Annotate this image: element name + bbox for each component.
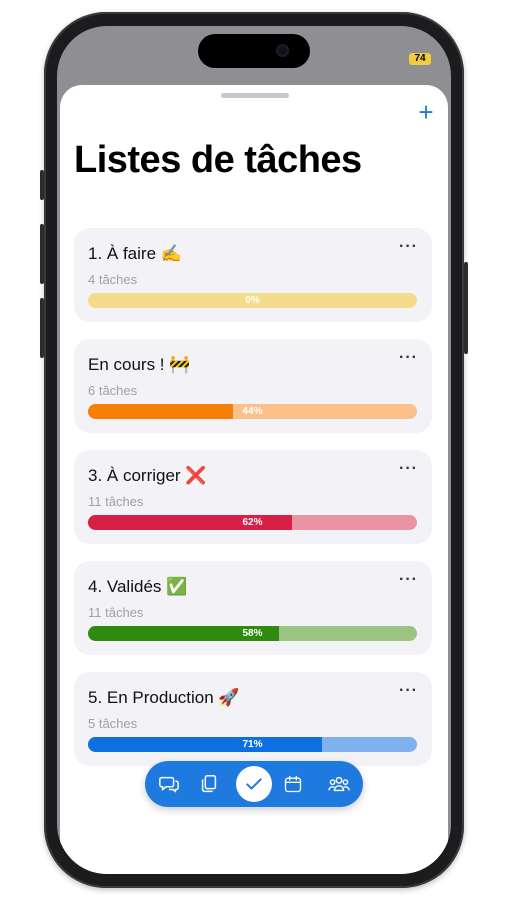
volume-up-button	[40, 224, 44, 284]
list-card-en-production[interactable]: 5. En Production 🚀 ··· 5 tâches 71%	[74, 672, 432, 766]
power-button	[464, 262, 468, 354]
list-card-en-cours[interactable]: En cours ! 🚧 ··· 6 tâches 44%	[74, 339, 432, 433]
list-title: En cours ! 🚧	[88, 355, 191, 374]
tab-calendar[interactable]	[279, 770, 307, 798]
task-count: 5 tâches	[88, 716, 138, 731]
list-card-a-faire[interactable]: 1. À faire ✍️ ··· 4 tâches 0%	[74, 228, 432, 322]
tab-tasks[interactable]	[236, 766, 272, 802]
page-title: Listes de tâches	[74, 139, 362, 181]
tab-discussions[interactable]	[155, 770, 183, 798]
progress-bar: 0%	[88, 293, 417, 308]
volume-down-button	[40, 298, 44, 358]
screen: 74 + Listes de tâches 1. À faire ✍️ ··· …	[57, 26, 451, 874]
floating-tab-bar	[145, 761, 363, 807]
progress-label: 44%	[242, 406, 263, 417]
list-card-a-corriger[interactable]: 3. À corriger ❌ ··· 11 tâches 62%	[74, 450, 432, 544]
chat-bubbles-icon	[159, 776, 179, 793]
progress-bar: 71%	[88, 737, 417, 752]
tab-team[interactable]	[325, 770, 353, 798]
mute-switch	[40, 170, 44, 200]
progress-bar: 44%	[88, 404, 417, 419]
sheet-grabber[interactable]	[221, 93, 289, 98]
task-count: 11 tâches	[88, 605, 144, 620]
task-count: 4 tâches	[88, 272, 138, 287]
calendar-icon	[284, 775, 302, 793]
progress-label: 71%	[242, 739, 263, 750]
progress-label: 58%	[242, 628, 263, 639]
dynamic-island	[198, 34, 310, 68]
more-options-icon[interactable]: ···	[399, 349, 418, 367]
task-count: 11 tâches	[88, 494, 144, 509]
task-count: 6 tâches	[88, 383, 138, 398]
list-title: 3. À corriger ❌	[88, 466, 207, 485]
more-options-icon[interactable]: ···	[399, 571, 418, 589]
progress-label: 0%	[245, 295, 260, 306]
checkmark-icon	[246, 778, 262, 790]
phone-frame: 74 + Listes de tâches 1. À faire ✍️ ··· …	[40, 12, 468, 888]
task-lists-sheet: + Listes de tâches 1. À faire ✍️ ··· 4 t…	[60, 85, 448, 874]
progress-bar: 62%	[88, 515, 417, 530]
add-list-button[interactable]: +	[414, 99, 438, 125]
list-title: 1. À faire ✍️	[88, 244, 182, 263]
documents-icon	[201, 775, 217, 793]
people-icon	[328, 776, 350, 792]
tab-documents[interactable]	[195, 770, 223, 798]
list-card-valides[interactable]: 4. Validés ✅ ··· 11 tâches 58%	[74, 561, 432, 655]
more-options-icon[interactable]: ···	[399, 238, 418, 256]
front-camera	[276, 44, 289, 57]
more-options-icon[interactable]: ···	[399, 682, 418, 700]
more-options-icon[interactable]: ···	[399, 460, 418, 478]
battery-indicator: 74	[409, 53, 431, 65]
progress-label: 62%	[242, 517, 263, 528]
list-title: 4. Validés ✅	[88, 577, 188, 596]
list-title: 5. En Production 🚀	[88, 688, 240, 707]
progress-bar: 58%	[88, 626, 417, 641]
